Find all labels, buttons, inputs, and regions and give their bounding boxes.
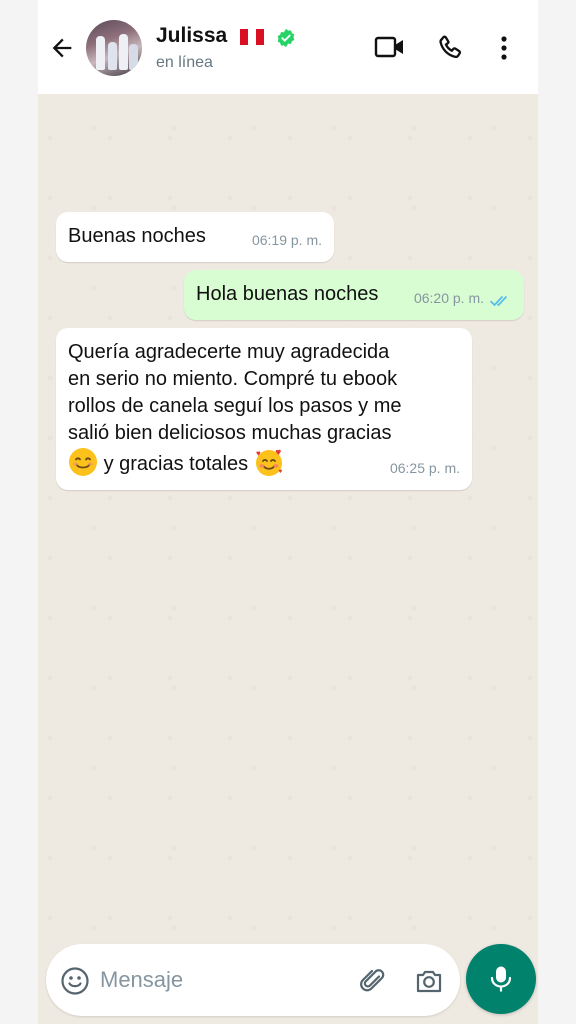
- message-time: 06:19 p. m.: [251, 232, 322, 248]
- microphone-icon: [490, 966, 512, 992]
- avatar[interactable]: [86, 20, 142, 76]
- message-text: y gracias totales: [103, 453, 249, 475]
- message-composer: [46, 944, 460, 1016]
- camera-icon[interactable]: [414, 966, 444, 996]
- voice-record-button[interactable]: [466, 944, 536, 1014]
- emoji-icon[interactable]: [60, 966, 90, 996]
- message-text: Buenas noches: [68, 225, 206, 247]
- message-time: 06:20 p. m.: [413, 290, 484, 306]
- online-status: en línea: [156, 54, 213, 71]
- video-call-icon[interactable]: [374, 34, 406, 60]
- smiling-face-emoji-icon: [69, 448, 97, 476]
- chat-screen: Julissa en línea Buenas noches 06:19 p. …: [38, 0, 538, 1024]
- message-line: Quería agradecerte muy agradecida: [68, 341, 390, 363]
- attach-clip-icon[interactable]: [358, 966, 388, 996]
- message-input[interactable]: [100, 960, 340, 1000]
- message-bubble-incoming[interactable]: Quería agradecerte muy agradecida en ser…: [56, 328, 472, 490]
- back-arrow-icon[interactable]: [48, 34, 76, 62]
- message-line: en serio no miento. Compré tu ebook: [68, 368, 398, 390]
- message-bubble-incoming[interactable]: Buenas noches 06:19 p. m.: [56, 212, 334, 262]
- smiling-face-with-hearts-emoji-icon: [255, 449, 282, 476]
- read-receipt-icon: [490, 296, 507, 307]
- phone-call-icon[interactable]: [436, 34, 464, 62]
- peru-flag-icon: [240, 29, 264, 45]
- message-time: 06:25 p. m.: [389, 460, 460, 476]
- message-text: Hola buenas noches: [196, 283, 379, 305]
- more-options-icon[interactable]: [500, 34, 508, 62]
- message-bubble-outgoing[interactable]: Hola buenas noches 06:20 p. m.: [184, 270, 524, 320]
- chat-header: Julissa en línea: [38, 0, 538, 94]
- verified-badge-icon: [277, 28, 295, 48]
- contact-name[interactable]: Julissa: [156, 24, 227, 48]
- message-line: salió bien deliciosos muchas gracias: [68, 422, 392, 444]
- message-line: rollos de canela seguí los pasos y me: [68, 395, 402, 417]
